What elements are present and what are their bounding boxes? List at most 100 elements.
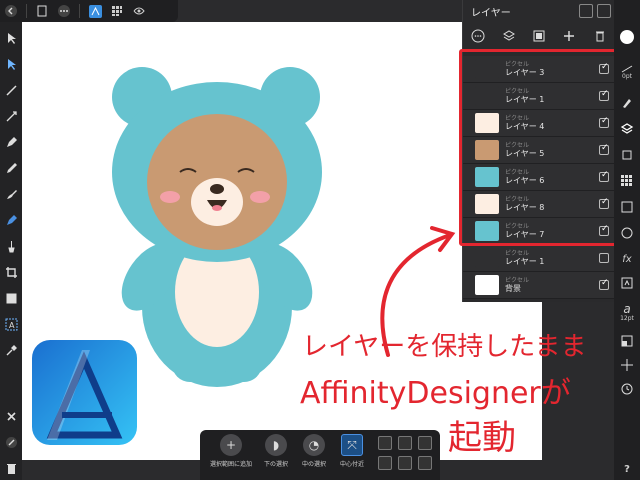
annotation-line-1: レイヤーを保持したまま — [302, 332, 587, 362]
layer-thumbnail — [475, 167, 499, 187]
layer-visibility-checkbox[interactable] — [599, 143, 609, 155]
layer-name-label: レイヤー 1 — [505, 95, 545, 104]
color-swatch-icon[interactable] — [614, 26, 640, 48]
layer-row[interactable]: ピクセル レイヤー 7 — [463, 218, 615, 245]
appearance-panel-icon[interactable] — [614, 330, 640, 352]
layer-visibility-checkbox[interactable] — [599, 116, 609, 128]
transform-panel-icon[interactable] — [614, 272, 640, 294]
text-styles-panel-icon[interactable] — [614, 196, 640, 218]
swap-colors-icon[interactable] — [0, 432, 22, 452]
node-tool-icon[interactable] — [0, 54, 22, 74]
center-button[interactable]: ⤧ 中心付近 — [332, 434, 372, 468]
annotation-line-3: 起動 — [448, 418, 516, 458]
color-picker-tool-icon[interactable] — [0, 340, 22, 360]
move-tool-icon[interactable] — [0, 28, 22, 48]
back-icon[interactable] — [0, 0, 22, 22]
layer-name-label: レイヤー 4 — [505, 122, 545, 131]
layers-panel-title: レイヤー — [471, 7, 511, 19]
distribute-icon[interactable] — [418, 436, 432, 450]
layer-list: ピクセルレイヤー 3ピクセルレイヤー 1ピクセルレイヤー 4ピクセルレイヤー 5… — [463, 56, 615, 299]
layer-row[interactable]: ピクセル レイヤー 3 — [463, 56, 615, 83]
effects-panel-icon[interactable] — [614, 144, 640, 166]
more-icon[interactable] — [53, 0, 75, 22]
layer-row[interactable]: ピクセル レイヤー 4 — [463, 110, 615, 137]
select-below-icon: ◗ — [265, 434, 287, 456]
layer-name-label: レイヤー 6 — [505, 176, 545, 185]
layer-row[interactable]: ピクセル レイヤー 1 — [463, 245, 615, 272]
layer-row[interactable]: ピクセル レイヤー 5 — [463, 137, 615, 164]
layer-visibility-checkbox[interactable] — [599, 170, 609, 182]
history-panel-icon[interactable] — [614, 222, 640, 244]
layer-row[interactable]: ピクセル レイヤー 8 — [463, 191, 615, 218]
affinity-designer-app-icon — [32, 340, 137, 445]
layer-stack-icon[interactable] — [498, 27, 520, 45]
svg-text:A: A — [9, 321, 15, 330]
brushes-panel-icon[interactable] — [614, 92, 640, 114]
layer-row[interactable]: ピクセル レイヤー 1 — [463, 83, 615, 110]
swatches-panel-icon[interactable] — [614, 170, 640, 192]
layer-thumbnail — [475, 248, 499, 268]
layer-visibility-checkbox[interactable] — [599, 197, 609, 209]
select-inside-icon: ◔ — [303, 434, 325, 456]
crop-tool-icon[interactable] — [0, 262, 22, 282]
layer-row[interactable]: ピクセル 背景 — [463, 272, 615, 299]
layer-options-icon[interactable] — [467, 27, 489, 45]
point-transform-tool-icon[interactable] — [0, 106, 22, 126]
panel-menu-icon[interactable] — [579, 4, 593, 18]
navigator-panel-icon[interactable] — [614, 354, 640, 376]
font-size-label: 12pt — [620, 314, 634, 322]
pixel-persona-icon[interactable] — [106, 0, 128, 22]
rectangle-tool-icon[interactable] — [0, 288, 22, 308]
add-layer-icon[interactable] — [558, 27, 580, 45]
help-icon[interactable]: ? — [614, 458, 640, 480]
rotate-icon[interactable] — [398, 456, 412, 470]
layers-panel: レイヤー ピクセルレイヤー 3ピクセルレイヤー 1ピクセルレイヤー 4ピクセルレ… — [462, 0, 615, 302]
document-icon[interactable] — [31, 0, 53, 22]
studio-strip: 0pt fx a 12pt ? — [614, 0, 640, 480]
layer-thumbnail — [475, 194, 499, 214]
corner-tool-icon[interactable] — [0, 80, 22, 100]
layer-visibility-checkbox[interactable] — [599, 224, 609, 236]
mask-layer-icon[interactable] — [528, 27, 550, 45]
align-icon[interactable] — [398, 436, 412, 450]
fx-panel-icon[interactable]: fx — [614, 248, 640, 270]
flip-icon[interactable] — [378, 456, 392, 470]
annotation-line-2: AffinityDesignerが — [300, 376, 571, 411]
layer-visibility-checkbox[interactable] — [599, 62, 609, 74]
layer-visibility-checkbox[interactable] — [599, 278, 609, 290]
delete-layer-icon[interactable] — [589, 27, 611, 45]
snap-icon[interactable] — [378, 436, 392, 450]
layer-visibility-checkbox[interactable] — [599, 253, 609, 263]
select-below-button[interactable]: ◗ 下の選択 — [256, 434, 296, 468]
stroke-size-label: 0pt — [622, 72, 632, 80]
center-label: 中心付近 — [339, 461, 364, 468]
pencil-tool-icon[interactable] — [0, 158, 22, 178]
layer-name-label: レイヤー 1 — [505, 257, 545, 266]
export-persona-icon[interactable] — [128, 0, 150, 22]
add-to-selection-button[interactable]: + 選択範囲に追加 — [206, 434, 256, 468]
select-inside-label: 中の選択 — [301, 461, 326, 468]
layer-thumbnail — [475, 140, 499, 160]
layers-panel-icon[interactable] — [614, 118, 640, 140]
layer-name-label: レイヤー 8 — [505, 203, 545, 212]
layer-thumbnail — [475, 275, 499, 295]
layer-name-label: レイヤー 7 — [505, 230, 545, 239]
layer-thumbnail — [475, 86, 499, 106]
history-clock-icon[interactable] — [614, 378, 640, 400]
arrange-icon[interactable] — [418, 456, 432, 470]
transparency-tool-icon[interactable] — [0, 236, 22, 256]
select-inside-button[interactable]: ◔ 中の選択 — [294, 434, 334, 468]
designer-persona-icon[interactable] — [84, 0, 106, 22]
layer-row[interactable]: ピクセル レイヤー 6 — [463, 164, 615, 191]
text-tool-icon[interactable]: A — [0, 314, 22, 334]
layers-panel-header: レイヤー — [463, 0, 614, 22]
plus-icon: + — [220, 434, 242, 456]
close-icon[interactable] — [0, 406, 22, 426]
pin-panel-icon[interactable] — [597, 4, 611, 18]
pen-tool-icon[interactable] — [0, 132, 22, 152]
layer-visibility-checkbox[interactable] — [599, 89, 609, 101]
select-below-label: 下の選択 — [263, 461, 288, 468]
fill-tool-icon[interactable] — [0, 210, 22, 230]
vector-brush-tool-icon[interactable] — [0, 184, 22, 204]
trash-icon[interactable] — [0, 458, 22, 478]
